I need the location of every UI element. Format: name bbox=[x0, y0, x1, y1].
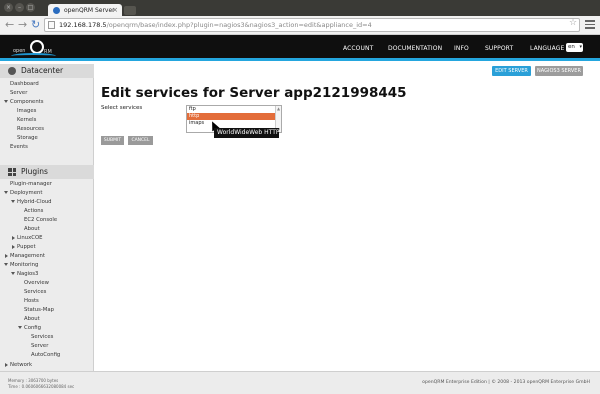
option-http[interactable]: http bbox=[187, 113, 281, 120]
sidebar-item-nagios3[interactable]: Nagios3 bbox=[10, 270, 38, 278]
sidebar-item-storage[interactable]: Storage bbox=[17, 134, 38, 142]
sidebar-item-nagios-about[interactable]: About bbox=[24, 315, 40, 323]
sidebar-item-linuxcoe[interactable]: LinuxCOE bbox=[12, 234, 43, 242]
option-tooltip: WorldWideWeb HTTP bbox=[214, 128, 280, 138]
sidebar-item-management[interactable]: Management bbox=[5, 252, 45, 260]
sidebar-item-plugin-manager[interactable]: Plugin-manager bbox=[10, 180, 52, 188]
sidebar-item-about[interactable]: About bbox=[24, 225, 40, 233]
datacenter-header: Datacenter bbox=[0, 64, 94, 78]
sidebar-item-config-services[interactable]: Services bbox=[31, 333, 53, 341]
sidebar-item-hosts[interactable]: Hosts bbox=[24, 297, 39, 305]
sidebar-item-hybrid-cloud[interactable]: Hybrid-Cloud bbox=[11, 198, 52, 206]
sidebar-item-puppet[interactable]: Puppet bbox=[12, 243, 36, 251]
sidebar-item-events[interactable]: Events bbox=[10, 143, 28, 151]
browser-window: × – □ openQRM Server × ← → ↻ 192.168.178… bbox=[0, 0, 600, 394]
address-bar[interactable]: 192.168.178.5/openqrm/base/index.php?plu… bbox=[44, 18, 580, 32]
page-footer: Memory : 3063700 bytes Time : 0.06060666… bbox=[0, 371, 600, 394]
nav-documentation[interactable]: DOCUMENTATION bbox=[388, 45, 442, 52]
copyright-text: openQRM Enterprise Edition | © 2008 - 20… bbox=[422, 380, 590, 385]
sidebar-item-network[interactable]: Network bbox=[4, 361, 32, 369]
sidebar-item-status-map[interactable]: Status-Map bbox=[24, 306, 54, 314]
sidebar-item-resources[interactable]: Resources bbox=[17, 125, 44, 133]
sidebar-item-config[interactable]: Config bbox=[18, 324, 41, 332]
page-title: Edit services for Server app2121998445 bbox=[101, 85, 407, 101]
favicon-icon bbox=[53, 7, 60, 14]
url-path: /openqrm/base/index.php?plugin=nagios3&n… bbox=[106, 21, 372, 29]
tab-close-icon[interactable]: × bbox=[112, 6, 118, 14]
datacenter-icon bbox=[8, 67, 16, 75]
sidebar-item-dashboard[interactable]: Dashboard bbox=[10, 80, 39, 88]
close-window-icon[interactable]: × bbox=[4, 3, 13, 12]
reload-icon[interactable]: ↻ bbox=[31, 19, 40, 31]
page-icon bbox=[48, 21, 55, 29]
sidebar-item-services[interactable]: Services bbox=[24, 288, 46, 296]
language-select[interactable]: en bbox=[566, 43, 583, 52]
plugins-header: Plugins bbox=[0, 165, 94, 179]
bookmark-star-icon[interactable]: ☆ bbox=[569, 18, 577, 28]
new-tab-button[interactable] bbox=[124, 6, 136, 15]
sidebar-item-components[interactable]: Components bbox=[4, 98, 44, 106]
sidebar-item-server[interactable]: Server bbox=[10, 89, 27, 97]
openqrm-logo[interactable]: open RM bbox=[11, 40, 56, 57]
select-services-label: Select services bbox=[101, 105, 143, 111]
sidebar-item-deployment[interactable]: Deployment bbox=[3, 189, 42, 197]
browser-menu-icon[interactable] bbox=[585, 20, 595, 31]
option-ftp[interactable]: ftp bbox=[187, 106, 281, 113]
nav-support[interactable]: SUPPORT bbox=[485, 45, 513, 52]
nav-info[interactable]: INFO bbox=[454, 45, 469, 52]
sidebar-item-autoconfig[interactable]: AutoConfig bbox=[31, 351, 60, 359]
maximize-window-icon[interactable]: □ bbox=[26, 3, 35, 12]
url-host: 192.168.178.5 bbox=[59, 21, 107, 29]
app-header: open RM ACCOUNT DOCUMENTATION INFO SUPPO… bbox=[0, 35, 600, 61]
tab-title: openQRM Server bbox=[64, 7, 115, 14]
sidebar-item-actions[interactable]: Actions bbox=[24, 207, 43, 215]
nav-language-label: LANGUAGE bbox=[530, 45, 565, 52]
minimize-window-icon[interactable]: – bbox=[15, 3, 24, 12]
memory-usage: Memory : 3063700 bytes bbox=[8, 378, 59, 383]
plugins-grid-icon bbox=[8, 168, 16, 176]
sidebar-item-images[interactable]: Images bbox=[17, 107, 36, 115]
forward-icon[interactable]: → bbox=[18, 19, 27, 31]
datacenter-title: Datacenter bbox=[21, 66, 64, 75]
scroll-up-icon[interactable]: ▲ bbox=[277, 106, 280, 111]
edit-server-button[interactable]: EDIT SERVER bbox=[492, 66, 531, 76]
window-titlebar: × – □ openQRM Server × bbox=[0, 0, 600, 17]
sidebar-item-ec2-console[interactable]: EC2 Console bbox=[24, 216, 57, 224]
render-time: Time : 0.0606066632080084 sec bbox=[8, 384, 75, 389]
main-content: EDIT SERVER NAGIOS3 SERVER Edit services… bbox=[95, 64, 600, 371]
browser-toolbar: ← → ↻ 192.168.178.5/openqrm/base/index.p… bbox=[0, 16, 600, 35]
sidebar-item-overview[interactable]: Overview bbox=[24, 279, 49, 287]
submit-button[interactable]: SUBMIT bbox=[101, 136, 124, 145]
option-imaps[interactable]: imaps bbox=[187, 120, 281, 127]
cancel-button[interactable]: CANCEL bbox=[128, 136, 153, 145]
nav-account[interactable]: ACCOUNT bbox=[343, 45, 373, 52]
back-icon[interactable]: ← bbox=[5, 19, 14, 31]
sidebar-item-kernels[interactable]: Kernels bbox=[17, 116, 36, 124]
plugins-title: Plugins bbox=[21, 167, 48, 176]
sidebar-item-config-server[interactable]: Server bbox=[31, 342, 48, 350]
nagios3-server-button[interactable]: NAGIOS3 SERVER bbox=[535, 66, 583, 76]
sidebar: Datacenter Dashboard Server Components I… bbox=[0, 64, 94, 371]
sidebar-item-monitoring[interactable]: Monitoring bbox=[3, 261, 38, 269]
